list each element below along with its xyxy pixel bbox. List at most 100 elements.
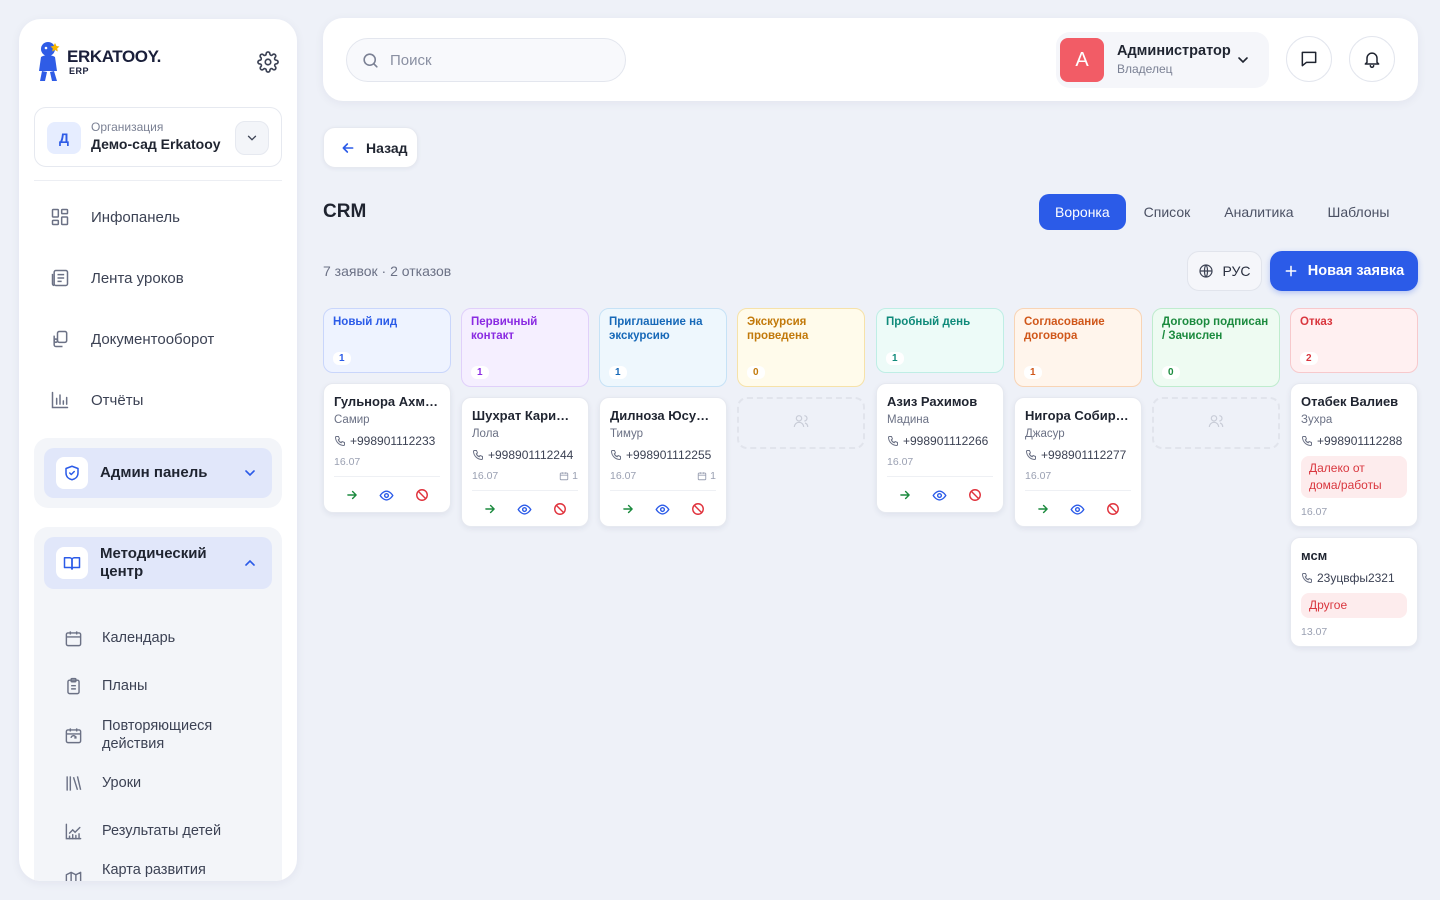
sub-item-child-results[interactable]: Результаты детей: [62, 820, 272, 842]
sub-item-label: Календарь: [102, 630, 176, 646]
sidebar: ERKATOOY. ERP Д Организация Демо-сад Erk…: [19, 19, 297, 881]
column-header[interactable]: Приглашение на экскурсию 1: [599, 308, 727, 387]
task-count: 1: [697, 470, 716, 482]
card-meta: 16.07: [1301, 506, 1407, 518]
column-title: Договор подписан / Зачислен: [1162, 316, 1269, 342]
sub-item-calendar[interactable]: Календарь: [62, 627, 272, 649]
lead-date: 16.07: [1025, 470, 1052, 482]
chevron-down-icon: [247, 135, 257, 141]
move-next-arrow-icon[interactable]: [896, 486, 914, 504]
sub-item-label: Уроки: [102, 775, 142, 791]
column-header[interactable]: Экскурсия проведена 0: [737, 308, 865, 387]
method-center-toggle[interactable]: Методический центр: [44, 537, 272, 589]
notifications-button[interactable]: [1349, 36, 1395, 82]
tab-2[interactable]: Аналитика: [1208, 194, 1309, 230]
nav-label: Документооборот: [91, 330, 215, 348]
method-center-label: Методический центр: [100, 545, 207, 580]
kanban-column: Согласование договора 1 Нигора Собиро… Джас…: [1014, 308, 1142, 527]
calendar-icon: [62, 627, 84, 649]
settings-gear-icon[interactable]: [257, 51, 279, 73]
view-eye-icon[interactable]: [516, 500, 534, 518]
view-eye-icon[interactable]: [378, 486, 396, 504]
lead-card[interactable]: Отабек Валиев Зухра +998901112288 Далеко от…: [1290, 383, 1418, 527]
org-dropdown-button[interactable]: [235, 121, 269, 155]
reject-ban-icon[interactable]: [551, 500, 569, 518]
column-header[interactable]: Первичный контакт 1: [461, 308, 589, 387]
leads-summary: 7 заявок · 2 отказов: [323, 263, 452, 279]
lessons-feed-icon: [49, 267, 71, 289]
lead-child-name: Тимур: [610, 428, 643, 440]
brand-logo[interactable]: ERKATOOY. ERP: [33, 39, 173, 83]
move-next-arrow-icon[interactable]: [619, 500, 637, 518]
move-next-arrow-icon[interactable]: [1034, 500, 1052, 518]
move-next-arrow-icon[interactable]: [481, 500, 499, 518]
lead-name: мсм: [1301, 548, 1328, 563]
phone-icon: [334, 435, 350, 447]
language-button[interactable]: РУС: [1187, 251, 1262, 291]
nav-item-lessons-feed[interactable]: Лента уроков: [49, 258, 279, 298]
new-lead-button[interactable]: Новая заявка: [1270, 251, 1418, 291]
view-eye-icon[interactable]: [1069, 500, 1087, 518]
column-header[interactable]: Пробный день 1: [876, 308, 1004, 373]
calendar-icon: [697, 471, 707, 481]
lead-card[interactable]: Шухрат Карим… Лола +998901112244 16.07 1: [461, 397, 589, 527]
lead-phone: +998901112277: [1025, 448, 1131, 462]
arrow-left-icon: [342, 142, 354, 153]
lead-child-name: Зухра: [1301, 414, 1333, 426]
organization-selector[interactable]: Д Организация Демо-сад Erkatooy: [34, 107, 282, 167]
column-title: Приглашение на экскурсию: [609, 316, 703, 342]
column-header[interactable]: Согласование договора 1: [1014, 308, 1142, 387]
search-box[interactable]: [346, 38, 626, 82]
lead-card[interactable]: Гульнора Ахме… Самир +998901112233 16.07: [323, 383, 451, 513]
card-meta: 13.07: [1301, 626, 1407, 638]
sub-item-label: Планы: [102, 678, 148, 694]
brand-sub: ERP: [69, 66, 90, 76]
tab-3[interactable]: Шаблоны: [1312, 194, 1406, 230]
sub-item-recurring[interactable]: Повторяющиеся действия: [62, 717, 272, 753]
lead-date: 16.07: [610, 470, 637, 482]
kanban-column: Экскурсия проведена 0: [737, 308, 865, 449]
tab-0[interactable]: Воронка: [1039, 194, 1126, 230]
admin-panel-toggle[interactable]: Админ панель: [44, 448, 272, 498]
nav-item-dashboard[interactable]: Инфопанель: [49, 197, 279, 237]
lead-card[interactable]: мсм 23уцвфы2321 Другое 13.07: [1290, 537, 1418, 647]
card-actions: [472, 490, 578, 518]
back-button[interactable]: Назад: [323, 127, 418, 168]
column-header[interactable]: Новый лид 1: [323, 308, 451, 373]
user-menu[interactable]: A Администратор Владелец: [1056, 32, 1269, 88]
search-input[interactable]: [390, 51, 610, 69]
column-header[interactable]: Отказ 2: [1290, 308, 1418, 373]
sub-item-label: Результаты детей: [102, 823, 222, 839]
view-eye-icon[interactable]: [931, 486, 949, 504]
lead-card[interactable]: Азиз Рахимов Мадина +998901112266 16.07: [876, 383, 1004, 513]
phone-icon: [1301, 435, 1317, 447]
bell-icon: [1364, 52, 1380, 69]
chevron-up-icon: [245, 559, 255, 566]
reject-ban-icon[interactable]: [966, 486, 984, 504]
calendar-icon: [559, 471, 569, 481]
sub-item-lessons[interactable]: Уроки: [62, 772, 272, 794]
move-next-arrow-icon[interactable]: [343, 486, 361, 504]
phone-number: +998901112266: [903, 434, 989, 448]
card-actions: [334, 476, 440, 504]
reject-ban-icon[interactable]: [1104, 500, 1122, 518]
clipboard-icon: [62, 675, 84, 697]
nav-item-reports[interactable]: Отчёты: [49, 380, 279, 420]
reject-ban-icon[interactable]: [413, 486, 431, 504]
nav-item-documents[interactable]: Документооборот: [49, 319, 279, 359]
phone-number: +998901112244: [488, 448, 574, 462]
lead-card[interactable]: Нигора Собиро… Джасур +998901112277 16.07: [1014, 397, 1142, 527]
dashboard-icon: [49, 206, 71, 228]
column-header[interactable]: Договор подписан / Зачислен 0: [1152, 308, 1280, 387]
reject-ban-icon[interactable]: [689, 500, 707, 518]
messages-button[interactable]: [1286, 36, 1332, 82]
sub-item-development-map[interactable]: Карта развития ребенка: [62, 861, 272, 881]
view-eye-icon[interactable]: [654, 500, 672, 518]
page-title: CRM: [323, 201, 367, 222]
lead-phone: +998901112266: [887, 434, 993, 448]
lead-date: 16.07: [887, 456, 914, 468]
phone-icon: [887, 435, 903, 447]
lead-card[interactable]: Дилноза Юсуп… Тимур +998901112255 16.07 1: [599, 397, 727, 527]
tab-1[interactable]: Список: [1128, 194, 1207, 230]
sub-item-plans[interactable]: Планы: [62, 675, 272, 697]
